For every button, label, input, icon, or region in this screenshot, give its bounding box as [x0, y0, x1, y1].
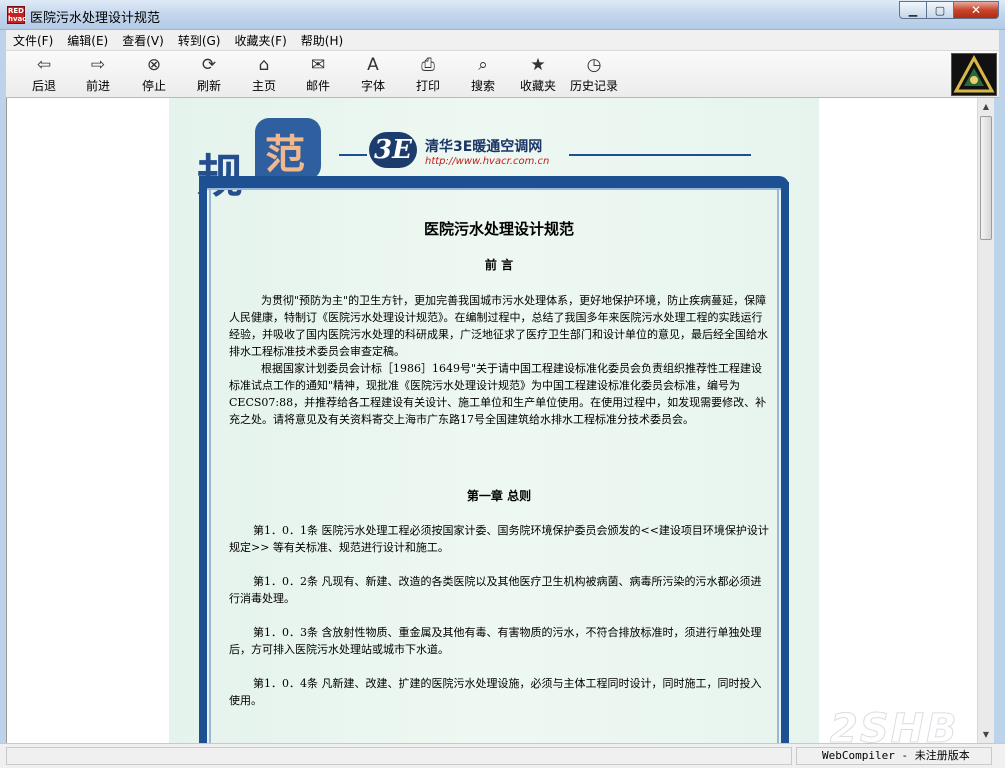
- brand-logo: [951, 53, 997, 96]
- print-label: 打印: [415, 79, 440, 93]
- window-controls: ▁ ▢ ✕: [899, 1, 999, 19]
- header-rule-left: [339, 154, 367, 156]
- vertical-scrollbar[interactable]: ▲ ▼: [977, 98, 994, 743]
- header-rule-right: [569, 154, 751, 156]
- history-icon: ◷: [586, 55, 602, 75]
- scroll-thumb[interactable]: [980, 116, 992, 240]
- refresh-icon: ⟳: [201, 55, 217, 75]
- close-button[interactable]: ✕: [953, 1, 999, 19]
- back-label: 后退: [31, 79, 56, 93]
- forward-arrow-icon: ⇨: [90, 55, 106, 75]
- menu-edit[interactable]: 编辑(E): [60, 32, 115, 49]
- home-button[interactable]: ⌂ 主页: [237, 54, 291, 96]
- preface-paragraph: 根据国家计划委员会计标［1986］1649号"关于请中国工程建设标准化委员会负责…: [229, 362, 767, 426]
- stop-label: 停止: [141, 79, 166, 93]
- menu-bar: 文件(F) 编辑(E) 查看(V) 转到(G) 收藏夹(F) 帮助(H): [6, 30, 999, 50]
- title-bar: RED hvac 医院污水处理设计规范 ▁ ▢ ✕: [0, 0, 1005, 30]
- search-button[interactable]: ⌕ 搜索: [456, 54, 510, 96]
- frame-right-inner: [777, 190, 779, 743]
- favorites-label: 收藏夹: [519, 79, 556, 93]
- status-bar: WebCompiler - 未注册版本: [0, 743, 1005, 768]
- preface-heading: 前 言: [484, 258, 514, 272]
- status-text: [6, 747, 792, 765]
- document-title: 医院污水处理设计规范: [423, 220, 574, 238]
- site-logo: 3E: [369, 132, 417, 168]
- scroll-up-icon[interactable]: ▲: [978, 98, 994, 115]
- font-button[interactable]: A 字体: [346, 54, 400, 96]
- favorites-icon: ★: [530, 55, 546, 75]
- search-label: 搜索: [470, 79, 495, 93]
- frame-right: [781, 182, 789, 743]
- frame-top-inner: [203, 188, 785, 190]
- forward-button[interactable]: ⇨ 前进: [71, 54, 125, 96]
- search-icon: ⌕: [478, 55, 488, 75]
- frame-top: [199, 176, 789, 188]
- back-arrow-icon: ⇦: [36, 55, 52, 75]
- app-icon: RED hvac: [7, 6, 27, 24]
- forward-label: 前进: [85, 79, 110, 93]
- stop-button[interactable]: ⊗ 停止: [127, 54, 181, 96]
- print-button[interactable]: ⎙ 打印: [401, 54, 455, 96]
- maximize-button[interactable]: ▢: [926, 1, 953, 19]
- mail-icon: ✉: [310, 55, 326, 75]
- document-body: 医院污水处理设计规范 前 言 为贯彻"预防为主"的卫生方针，更加完善我国城市污水…: [229, 218, 769, 726]
- status-product: WebCompiler - 未注册版本: [796, 747, 992, 765]
- header-char-fan: 范: [265, 131, 305, 178]
- document-page: 规 范 3E 清华3E暖通空调网 http://www.hvacr.com.cn…: [169, 98, 819, 743]
- maximize-icon: ▢: [934, 3, 946, 17]
- minimize-icon: ▁: [908, 3, 918, 17]
- article-paragraph: 第1．0．1条 医院污水处理工程必须按国家计委、国务院环境保护委员会颁发的<<建…: [229, 524, 769, 554]
- stop-icon: ⊗: [146, 55, 162, 75]
- print-icon: ⎙: [421, 55, 435, 75]
- article-paragraph: 第1．0．4条 凡新建、改建、扩建的医院污水处理设施，必须与主体工程同时设计，同…: [229, 677, 762, 707]
- mail-label: 邮件: [305, 79, 330, 93]
- toolbar: ⇦ 后退 ⇨ 前进 ⊗ 停止 ⟳ 刷新 ⌂ 主页 ✉ 邮件 A 字体 ⎙ 打印 ⌕ 搜索 ★ 收藏夹…: [6, 50, 999, 98]
- menu-view[interactable]: 查看(V): [115, 32, 171, 49]
- window-title: 医院污水处理设计规范: [30, 11, 161, 26]
- font-label: 字体: [360, 79, 385, 93]
- minimize-button[interactable]: ▁: [899, 1, 926, 19]
- content-viewport: 规 范 3E 清华3E暖通空调网 http://www.hvacr.com.cn…: [6, 98, 977, 743]
- menu-file[interactable]: 文件(F): [6, 32, 60, 49]
- preface-body: 为贯彻"预防为主"的卫生方针，更加完善我国城市污水处理体系，更好地保护环境，防止…: [229, 292, 769, 428]
- article-paragraph: 第1．0．3条 含放射性物质、重金属及其他有毒、有害物质的污水，不符合排放标准时…: [229, 626, 762, 656]
- history-label: 历史记录: [569, 79, 618, 93]
- history-button[interactable]: ◷ 历史记录: [564, 54, 624, 96]
- chapter-heading: 第一章 总则: [466, 489, 532, 503]
- article-paragraph: 第1．0．2条 凡现有、新建、改造的各类医院以及其他医疗卫生机构被病菌、病毒所污…: [229, 575, 762, 605]
- brand-triangle-icon: [953, 54, 995, 93]
- favorites-button[interactable]: ★ 收藏夹: [511, 54, 565, 96]
- refresh-button[interactable]: ⟳ 刷新: [182, 54, 236, 96]
- preface-paragraph: 为贯彻"预防为主"的卫生方针，更加完善我国城市污水处理体系，更好地保护环境，防止…: [229, 294, 768, 358]
- scroll-down-icon[interactable]: ▼: [978, 726, 994, 743]
- site-url[interactable]: http://www.hvacr.com.cn: [425, 156, 549, 167]
- close-icon: ✕: [970, 3, 982, 17]
- window-frame-right: [994, 98, 1005, 768]
- refresh-label: 刷新: [196, 79, 221, 93]
- font-icon: A: [367, 55, 379, 75]
- mail-button[interactable]: ✉ 邮件: [291, 54, 345, 96]
- menu-favorites[interactable]: 收藏夹(F): [227, 32, 293, 49]
- header-banner: 规 范 3E 清华3E暖通空调网 http://www.hvacr.com.cn: [169, 98, 819, 208]
- frame-left-inner: [209, 190, 211, 743]
- home-icon: ⌂: [258, 55, 270, 75]
- back-button[interactable]: ⇦ 后退: [17, 54, 71, 96]
- menu-help[interactable]: 帮助(H): [294, 32, 350, 49]
- menu-go[interactable]: 转到(G): [171, 32, 228, 49]
- frame-left: [199, 178, 207, 743]
- site-name: 清华3E暖通空调网: [425, 139, 543, 155]
- home-label: 主页: [251, 79, 276, 93]
